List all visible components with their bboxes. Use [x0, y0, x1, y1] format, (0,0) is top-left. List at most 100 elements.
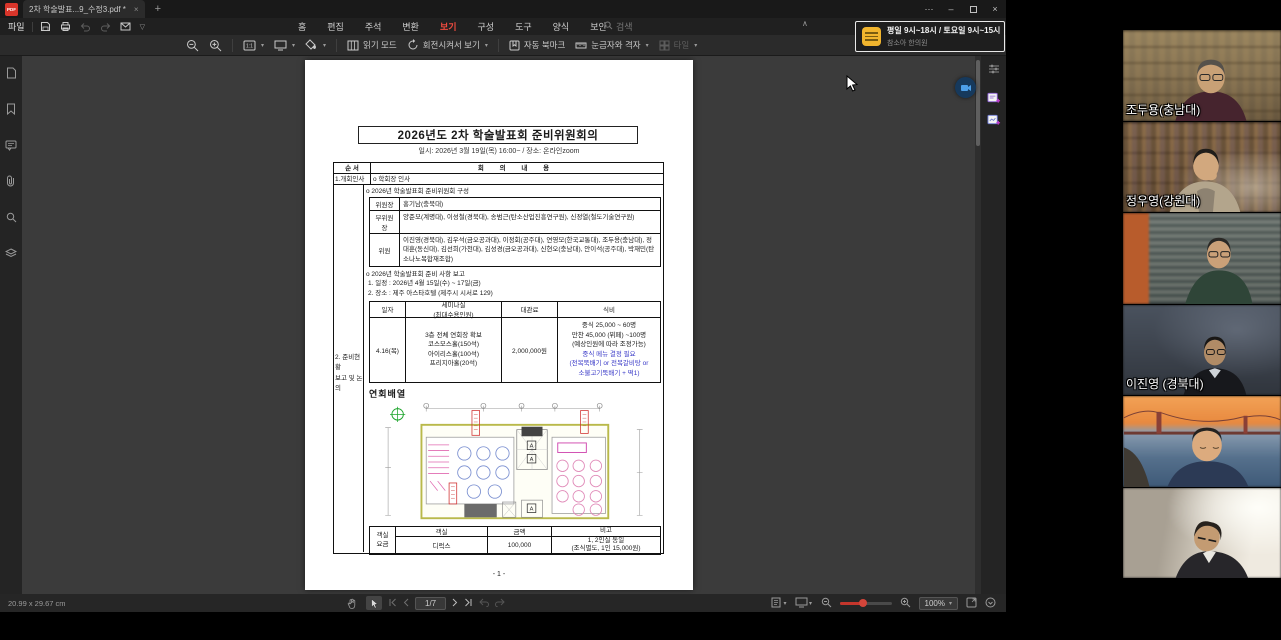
menu-tools[interactable]: 도구 [513, 18, 534, 35]
report-line: 1. 일정 : 2026년 4월 15일(수) ~ 17일(금) [368, 279, 661, 289]
svg-text:▾: ▾ [809, 601, 812, 607]
menu-convert[interactable]: 변환 [400, 18, 421, 35]
notification-title: 평일 9시~18시 / 토요일 9시~15시 [887, 25, 1000, 36]
attachments-icon[interactable] [4, 174, 18, 188]
tile-dropdown[interactable]: 타일▾ [659, 39, 698, 51]
search-button[interactable]: 검색 [604, 20, 633, 33]
zoom-in-button[interactable] [209, 39, 222, 52]
agenda-row-2: 2. 준비현황 보고 및 논의 o 2026년 학술발표회 준비위원회 구성 위… [334, 185, 663, 552]
page-layout-dropdown[interactable]: ▾ [771, 597, 787, 610]
messenger-app-icon [862, 27, 881, 46]
fullscreen-icon[interactable] [966, 597, 977, 610]
menu-home[interactable]: 홈 [296, 18, 308, 35]
zoom-out-button[interactable] [186, 39, 199, 52]
first-page-icon[interactable] [388, 598, 397, 609]
zoom-in-status-icon[interactable] [900, 597, 911, 610]
search-icon [604, 21, 613, 32]
participant-video-3[interactable] [1123, 213, 1281, 304]
auto-bookmark-button[interactable]: 자동 북마크 [509, 39, 565, 51]
participant-name: 조두용(충남대) [1126, 101, 1200, 118]
prev-view-icon[interactable] [479, 598, 489, 609]
fit-screen-dropdown[interactable]: ▾ [274, 40, 295, 51]
read-mode-button[interactable]: 읽기 모드 [347, 39, 397, 51]
collapse-toolbar-icon[interactable]: ∧ [802, 19, 808, 28]
print-icon[interactable] [60, 21, 71, 32]
floating-capture-button[interactable] [955, 77, 976, 98]
rotate-view-dropdown[interactable]: 회전시켜서 보기▾ [407, 39, 488, 51]
hand-tool-icon[interactable] [344, 596, 360, 610]
prev-page-icon[interactable] [403, 598, 409, 609]
titlebar: PDF 2차 학술발표...9_수정3.pdf * × + ⋯ – × [0, 0, 1006, 18]
agenda-header-order: 순 서 [334, 163, 371, 173]
comments-icon[interactable] [4, 138, 18, 152]
zoom-out-status-icon[interactable] [821, 597, 832, 610]
settings-sliders-icon[interactable] [987, 62, 1001, 76]
svg-text:A: A [530, 457, 534, 463]
committee-intro: o 2026년 학술발표회 준비위원회 구성 [366, 187, 661, 196]
undo-icon[interactable] [80, 21, 91, 32]
redo-icon[interactable] [100, 21, 111, 32]
svg-text:▾: ▾ [783, 601, 786, 607]
document-tab[interactable]: 2차 학술발표...9_수정3.pdf * × [23, 0, 145, 18]
next-view-icon[interactable] [495, 598, 505, 609]
select-tool-icon[interactable] [366, 596, 382, 610]
participant-video-6[interactable] [1123, 488, 1281, 579]
window-more-button[interactable]: ⋯ [918, 0, 940, 18]
doc-subtitle: 일시: 2026년 3월 19일(목) 16:00~ / 장소: 온라인zoom [305, 146, 693, 156]
page-thumbnails-icon[interactable] [4, 66, 18, 80]
right-panel-strip [981, 56, 1006, 594]
menu-organize[interactable]: 구성 [476, 18, 497, 35]
menu-edit[interactable]: 편집 [325, 18, 346, 35]
menu-view[interactable]: 보기 [438, 18, 459, 35]
window-maximize-button[interactable] [962, 0, 984, 18]
table-row: 위원 이진영(경북대), 김우석(금오공과대), 이정회(공주대), 연영모(한… [370, 234, 660, 265]
save-icon[interactable] [40, 21, 51, 32]
banquet-heading: 연회배열 [369, 387, 661, 400]
pdf-app-window: PDF 2차 학술발표...9_수정3.pdf * × + ⋯ – × 파일 ▽… [0, 0, 1006, 612]
page-indicator[interactable]: 1/7 [415, 597, 446, 610]
layers-icon[interactable] [4, 246, 18, 260]
chevron-down-icon[interactable]: ▽ [140, 23, 145, 31]
zoom-preset-dropdown[interactable]: 1:1▾ [243, 40, 264, 51]
participant-video-5[interactable] [1123, 396, 1281, 487]
participant-video-1[interactable]: 조두용(충남대) [1123, 30, 1281, 121]
participant-video-2[interactable]: 정우영(강원대) [1123, 122, 1281, 213]
video-conference-sidebar: 조두용(충남대) 정우영(강원대) [1123, 30, 1281, 580]
agenda-header-content: 회 의 내 용 [371, 163, 663, 173]
notification-toast[interactable]: 평일 9시~18시 / 토요일 9시~15시 참소아 한의원 [855, 21, 1005, 52]
add-note-icon[interactable] [987, 90, 1001, 104]
display-mode-dropdown[interactable]: ▾ [795, 597, 813, 610]
last-page-icon[interactable] [464, 598, 473, 609]
window-close-button[interactable]: × [984, 0, 1006, 18]
agenda-item2-label: 2. 준비현황 보고 및 논의 [335, 353, 363, 395]
zoom-slider-knob[interactable] [859, 599, 867, 607]
zoom-level-dropdown[interactable]: 100%▾ [919, 597, 958, 610]
tab-close-icon[interactable]: × [134, 5, 139, 14]
pdf-page[interactable]: 2026년도 2차 학술발표회 준비위원회의 일시: 2026년 3월 19일(… [305, 60, 693, 590]
main-menus: 홈 편집 주석 변환 보기 구성 도구 양식 보안 [296, 18, 609, 35]
agenda-row-1: 1.개회인사 o 학회장 인사 [334, 174, 663, 185]
next-page-icon[interactable] [452, 598, 458, 609]
new-tab-button[interactable]: + [155, 3, 161, 15]
report-line: 2. 장소 : 제주 아스타호텔 (제주시 시서로 129) [368, 289, 661, 299]
page-background-dropdown[interactable]: ▾ [305, 39, 326, 51]
window-minimize-button[interactable]: – [940, 0, 962, 18]
document-canvas[interactable]: 2026년도 2차 학술발표회 준비위원회의 일시: 2026년 3월 19일(… [22, 56, 975, 594]
scrollbar-thumb[interactable] [976, 60, 980, 146]
zoom-slider[interactable] [840, 602, 892, 605]
bookmarks-icon[interactable] [4, 102, 18, 116]
committee-table: 위원장 홍기남(충북대) 부위원 장 양준모(계명대), 이성철(경북대), 송… [369, 197, 661, 267]
left-panel-strip [0, 56, 22, 594]
menu-file[interactable]: 파일 [8, 20, 25, 33]
menu-annotate[interactable]: 주석 [363, 18, 384, 35]
menu-forms[interactable]: 양식 [551, 18, 572, 35]
collapse-statusbar-icon[interactable] [985, 597, 996, 610]
add-stamp-icon[interactable] [987, 112, 1001, 126]
table-row: 부위원 장 양준모(계명대), 이성철(경북대), 송범근(탄소산업진흥연구원)… [370, 211, 660, 234]
ruler-grid-dropdown[interactable]: 눈금자와 격자▾ [575, 39, 648, 51]
search-panel-icon[interactable] [4, 210, 18, 224]
mail-icon[interactable] [120, 22, 131, 31]
capture-icon [960, 83, 971, 93]
table-row: 위원장 홍기남(충북대) [370, 198, 660, 211]
participant-video-4[interactable]: 이진영 (경북대) [1123, 305, 1281, 396]
